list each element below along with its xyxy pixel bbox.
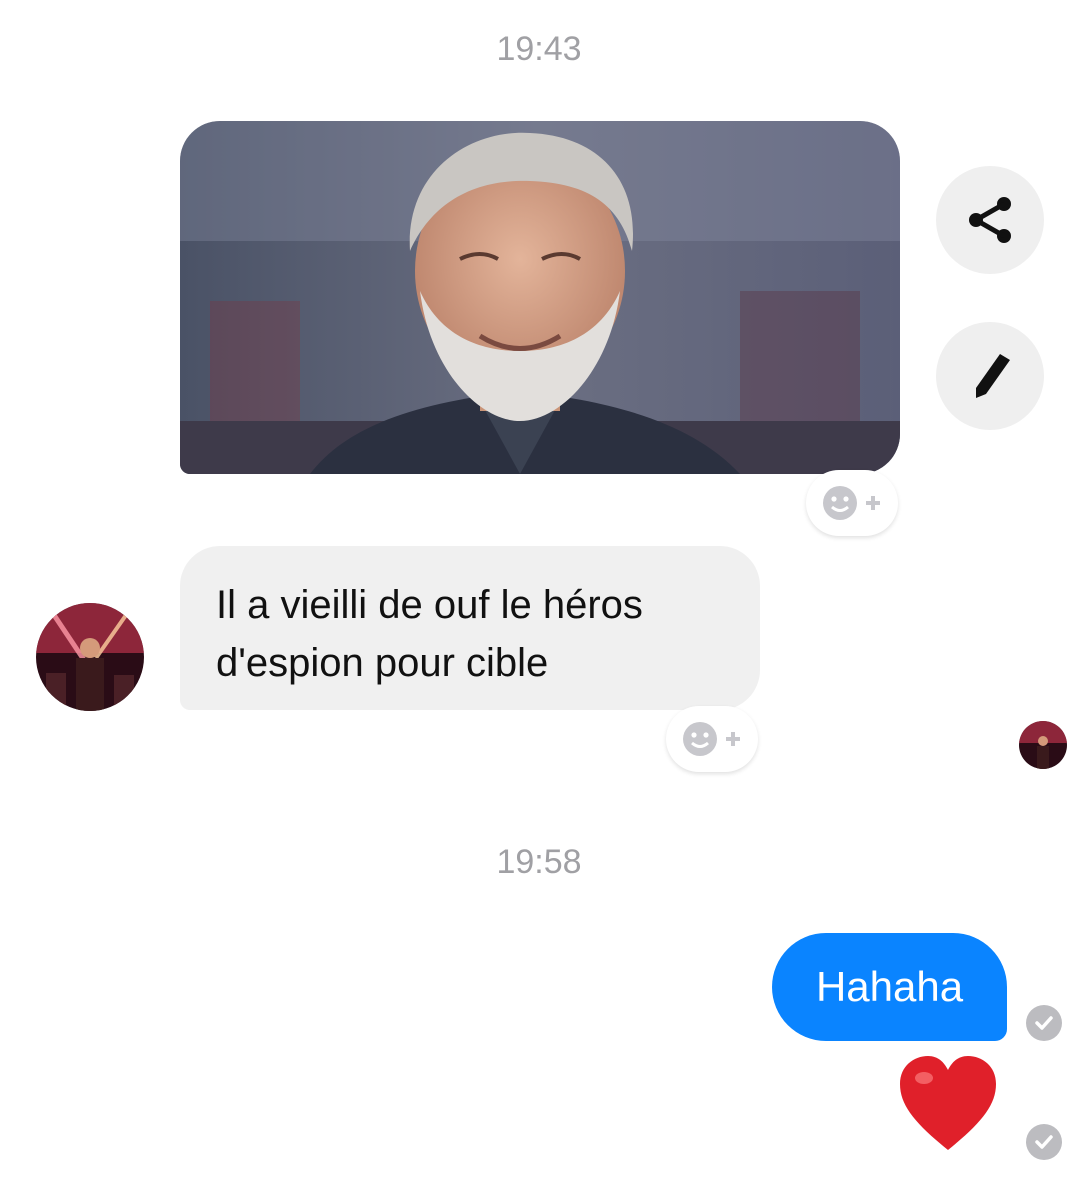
read-receipt-avatar — [1019, 721, 1067, 769]
avatar-image — [1019, 721, 1067, 769]
seen-check-icon — [1026, 1124, 1062, 1160]
photo-portrait-man — [180, 121, 900, 474]
add-reaction-button[interactable] — [806, 470, 898, 536]
share-icon — [969, 197, 1011, 243]
timestamp-1943: 19:43 — [496, 30, 582, 68]
add-reaction-icon — [683, 722, 740, 756]
heart-icon — [900, 1056, 996, 1150]
contact-avatar[interactable] — [36, 603, 144, 711]
avatar-image — [36, 603, 144, 711]
pencil-icon — [976, 354, 1010, 398]
seen-check-icon — [1026, 1005, 1062, 1041]
outgoing-message-bubble[interactable]: Hahaha — [772, 933, 1007, 1041]
incoming-message-bubble[interactable]: Il a vieilli de ouf le héros d'espion po… — [180, 546, 760, 710]
heart-emoji-message[interactable] — [896, 1052, 1000, 1156]
add-reaction-button[interactable] — [666, 706, 758, 772]
photo-message[interactable] — [180, 121, 900, 474]
edit-button[interactable] — [936, 322, 1044, 430]
share-button[interactable] — [936, 166, 1044, 274]
timestamp-1958: 19:58 — [496, 843, 582, 881]
add-reaction-icon — [823, 486, 880, 520]
